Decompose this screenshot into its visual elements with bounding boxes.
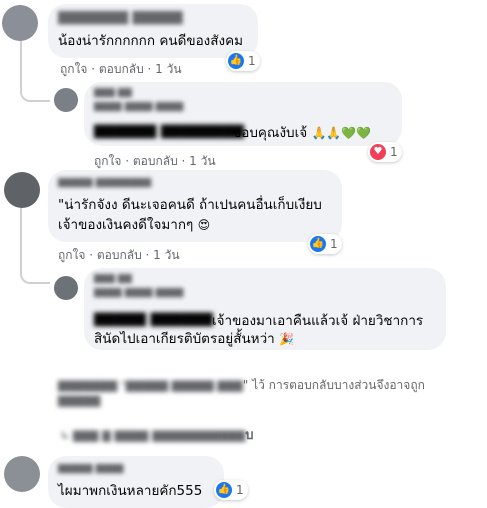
view-more-replies[interactable]: ↳ ▇▇▇ ▇ ▇▇▇▇ ▇▇▇▇▇▇▇▇▇▇▇บ: [60, 424, 254, 445]
reply-emoji: 🙏🙏💚💚: [311, 126, 372, 140]
reaction-summary[interactable]: ♥ 1: [368, 142, 402, 162]
comment-actions[interactable]: ถูกใจ · ตอบกลับ · 1 วัน: [60, 60, 182, 79]
like-icon: 👍: [228, 53, 244, 69]
reaction-count: 1: [330, 237, 338, 251]
thread-elbow: [20, 60, 50, 102]
reply-bubble: ▇▇▇ ▇▇ ▇▇▇▇ ▇▇▇▇ ▇▇▇▇ ▇▇▇▇▇ ▇▇▇▇▇▇ เจ้าข…: [84, 268, 446, 350]
mention-link[interactable]: ▇▇▇▇▇▇ ▇▇▇▇▇▇▇▇: [94, 122, 244, 140]
comment-text: น้องน่ารักกกกกก คนดีของสังคม: [58, 33, 244, 49]
notice-blurred-text: ▇▇▇▇▇▇▇ "▇▇▇▇▇ ▇▇▇▇▇ ▇▇▇: [58, 379, 243, 392]
view-more-blurred: ↳ ▇▇▇ ▇ ▇▇▇▇ ▇▇▇▇▇▇▇▇▇▇▇: [60, 429, 246, 442]
notice-text: " ไว้ การตอบกลับบางส่วนจึงอาจถูก: [242, 378, 425, 392]
reply-emoji: 🎉: [279, 332, 294, 346]
reaction-summary[interactable]: 👍 1: [226, 51, 260, 71]
like-icon: 👍: [310, 236, 326, 252]
commenter-name[interactable]: ▇▇▇▇▇ ▇▇▇▇▇▇▇▇: [58, 178, 151, 188]
reaction-summary[interactable]: 👍 1: [308, 234, 342, 254]
reply-text: ขอบคุณงับเจ้ 🙏🙏💚💚: [232, 125, 372, 141]
avatar[interactable]: [4, 172, 40, 208]
avatar[interactable]: [4, 456, 40, 492]
commenter-name[interactable]: ▇▇▇ ▇▇: [94, 274, 132, 284]
reaction-count: 1: [390, 145, 398, 159]
reply-text: สินัดไปเอาเกียรติบัตรอยู่สั้นหว่า 🎉: [94, 331, 294, 347]
comment-emoji: 😍: [197, 218, 211, 232]
avatar[interactable]: [54, 276, 78, 300]
avatar[interactable]: [54, 88, 78, 112]
comment-text: ไผมาพกเงินหลายคัก555: [58, 483, 203, 499]
avatar[interactable]: [2, 5, 38, 41]
thread-line: [20, 206, 22, 246]
love-icon: ♥: [370, 144, 386, 160]
reaction-count: 1: [236, 483, 244, 497]
reply-actions[interactable]: ถูกใจ · ตอบกลับ · 1 วัน: [94, 152, 216, 171]
commenter-name[interactable]: ▇▇▇ ▇▇: [94, 88, 132, 98]
reply-text: เจ้าของมาเอาคืนแล้วเจ้ ฝ่ายวิชาการ: [212, 313, 424, 329]
filtered-replies-notice: ▇▇▇▇▇▇▇ "▇▇▇▇▇ ▇▇▇▇▇ ▇▇▇" ไว้ การตอบกลับ…: [58, 376, 425, 395]
comment-actions[interactable]: ถูกใจ · ตอบกลับ · 1 วัน: [58, 246, 180, 265]
mentioned-name[interactable]: ▇▇▇▇ ▇▇▇▇ ▇▇▇▇: [94, 102, 183, 112]
thread-line: [20, 40, 22, 60]
commenter-name[interactable]: ▇▇▇▇▇ ▇▇▇▇: [58, 464, 123, 474]
comment-bubble: ▇▇▇▇▇ ▇▇▇▇▇▇▇▇ "น่ารักจังง ดีนะเจอคนดี ถ…: [48, 170, 342, 242]
thread-elbow: [20, 246, 50, 284]
notice-blurred-text: ▇▇▇▇▇: [58, 394, 101, 407]
reaction-summary[interactable]: 👍 1: [214, 480, 248, 500]
comment-text: เจ้าของเงินคงดีใจมากๆ 😍: [58, 217, 211, 233]
mention-link[interactable]: ▇▇▇▇▇ ▇▇▇▇▇▇: [94, 310, 213, 328]
comment-bubble: ▇▇▇▇▇ ▇▇▇▇ ไผมาพกเงินหลายคัก555: [48, 456, 224, 508]
commenter-name[interactable]: ▇▇▇▇▇▇▇ ▇▇▇▇▇: [58, 10, 183, 25]
reaction-count: 1: [248, 54, 256, 68]
mentioned-name[interactable]: ▇▇▇▇ ▇▇▇▇ ▇▇▇▇: [94, 288, 183, 298]
comment-bubble: ▇▇▇▇▇▇▇ ▇▇▇▇▇ น้องน่ารักกกกกก คนดีของสัง…: [48, 4, 258, 58]
comment-text: "น่ารักจังง ดีนะเจอคนดี ถ้าเปนคนอื่นเก็บ…: [58, 197, 322, 213]
view-more-suffix: บ: [245, 428, 254, 443]
reply-bubble: ▇▇▇ ▇▇ ▇▇▇▇ ▇▇▇▇ ▇▇▇▇ ▇▇▇▇▇▇ ▇▇▇▇▇▇▇▇ ขอ…: [84, 82, 402, 146]
